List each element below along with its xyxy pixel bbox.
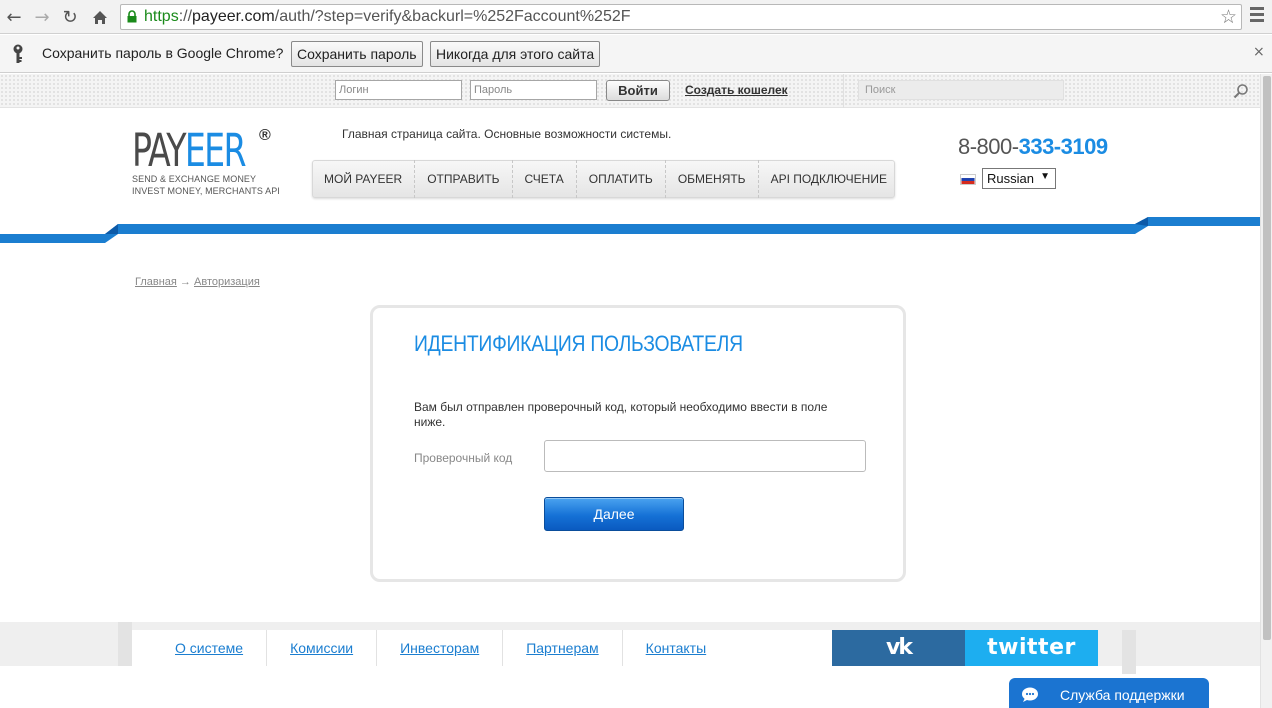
- russian-flag-icon: [960, 174, 976, 185]
- registered-mark: ®: [259, 127, 271, 144]
- twitter-button[interactable]: twitter: [965, 630, 1098, 666]
- chevron-down-icon: ▼: [1040, 171, 1050, 182]
- nav-my-payeer[interactable]: МОЙ PAYEER: [313, 160, 416, 198]
- nav-exchange[interactable]: ОБМЕНЯТЬ: [666, 160, 759, 198]
- footer-link-about[interactable]: О системе: [132, 630, 268, 666]
- menu-icon[interactable]: [1250, 7, 1264, 27]
- breadcrumb: Главная → Авторизация: [135, 276, 260, 288]
- logo-tagline-1: SEND & EXCHANGE MONEY: [132, 174, 257, 184]
- verification-message: Вам был отправлен проверочный код, котор…: [414, 400, 828, 429]
- key-icon: [13, 44, 23, 63]
- login-input[interactable]: Логин: [335, 80, 462, 100]
- divider: [843, 74, 844, 108]
- nav-pay[interactable]: ОПЛАТИТЬ: [577, 160, 666, 198]
- footer-decor: [118, 622, 132, 666]
- main-nav: МОЙ PAYEER ОТПРАВИТЬ СЧЕТА ОПЛАТИТЬ ОБМЕ…: [312, 160, 895, 198]
- phone-number: 8-800-333-3109: [958, 134, 1108, 159]
- forward-icon[interactable]: →: [31, 6, 53, 28]
- breadcrumb-home[interactable]: Главная: [135, 276, 177, 288]
- never-save-button[interactable]: Никогда для этого сайта: [430, 41, 601, 67]
- scrollbar[interactable]: [1260, 74, 1272, 708]
- header-stripe: [0, 217, 1260, 243]
- code-label: Проверочный код: [414, 451, 513, 465]
- reload-icon[interactable]: ↻: [59, 6, 81, 28]
- lock-icon: [127, 10, 137, 23]
- browser-toolbar: ← → ↻ https://payeer.com/auth/?step=veri…: [0, 0, 1272, 34]
- footer-link-fees[interactable]: Комиссии: [267, 630, 378, 666]
- support-label: Служба поддержки: [1060, 687, 1185, 703]
- footer-link-contacts[interactable]: Контакты: [623, 630, 729, 666]
- verification-code-input[interactable]: [544, 440, 866, 472]
- language-select[interactable]: Russian ▼: [982, 168, 1056, 189]
- home-icon[interactable]: [89, 6, 111, 28]
- close-icon[interactable]: ×: [1253, 44, 1265, 60]
- next-button[interactable]: Далее: [544, 497, 684, 531]
- back-icon[interactable]: ←: [3, 6, 25, 28]
- nav-accounts[interactable]: СЧЕТА: [513, 160, 577, 198]
- password-input[interactable]: Пароль: [470, 80, 597, 100]
- logo-tagline-2: INVEST MONEY, MERCHANTS API: [132, 186, 280, 196]
- vk-button[interactable]: vk: [832, 630, 965, 666]
- support-button[interactable]: Служба поддержки: [1009, 678, 1209, 708]
- page-title: ИДЕНТИФИКАЦИЯ ПОЛЬЗОВАТЕЛЯ: [414, 331, 743, 356]
- save-password-prompt: Сохранить пароль в Google Chrome?: [42, 45, 284, 61]
- footer-link-partners[interactable]: Партнерам: [503, 630, 623, 666]
- nav-api[interactable]: API ПОДКЛЮЧЕНИЕ: [759, 160, 899, 198]
- address-bar[interactable]: https://payeer.com/auth/?step=verify&bac…: [120, 4, 1242, 30]
- search-icon[interactable]: [1233, 83, 1249, 99]
- save-password-button[interactable]: Сохранить пароль: [291, 41, 423, 67]
- verification-panel: ИДЕНТИФИКАЦИЯ ПОЛЬЗОВАТЕЛЯ Вам был отпра…: [370, 305, 906, 582]
- page-content: Логин Пароль Войти Создать кошелек Поиск…: [0, 74, 1260, 708]
- scrollbar-thumb[interactable]: [1263, 76, 1271, 640]
- save-password-bar: Сохранить пароль в Google Chrome? Сохран…: [0, 35, 1272, 73]
- login-button[interactable]: Войти: [606, 80, 670, 101]
- site-tagline: Главная страница сайта. Основные возможн…: [342, 127, 672, 141]
- payeer-logo[interactable]: PAYEER: [132, 128, 247, 174]
- create-wallet-link[interactable]: Создать кошелек: [685, 83, 788, 97]
- search-input[interactable]: Поиск: [858, 80, 1064, 100]
- footer-nav: О системе Комиссии Инвесторам Партнерам …: [132, 630, 832, 666]
- nav-send[interactable]: ОТПРАВИТЬ: [415, 160, 513, 198]
- chat-bubble-icon: [1022, 687, 1038, 702]
- footer-link-investors[interactable]: Инвесторам: [377, 630, 504, 666]
- bookmark-star-icon[interactable]: ☆: [1220, 6, 1237, 28]
- footer-decor: [1122, 630, 1136, 674]
- top-login-strip: Логин Пароль Войти Создать кошелек Поиск: [0, 74, 1260, 108]
- url-text: https://payeer.com/auth/?step=verify&bac…: [144, 8, 631, 25]
- breadcrumb-current[interactable]: Авторизация: [194, 276, 260, 288]
